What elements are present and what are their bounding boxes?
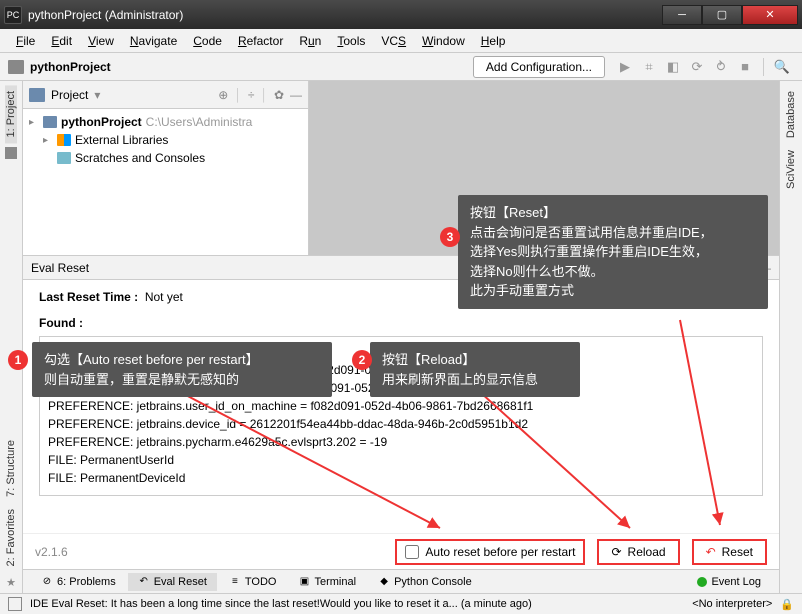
event-dot-icon [697,577,707,587]
menu-refactor[interactable]: Refactor [230,32,291,50]
menu-window[interactable]: Window [414,32,473,50]
bottom-tabs: ⊘6: Problems ↶Eval Reset ≡TODO ▣Terminal… [23,569,779,593]
left-tool-rail: 1: Project 7: Structure 2: Favorites ★ [0,81,23,593]
menu-file[interactable]: File [8,32,43,50]
rail-database[interactable]: Database [785,85,797,144]
folder-icon [8,60,24,74]
menubar: File Edit View Navigate Code Refactor Ru… [0,29,802,53]
rail-favorites[interactable]: 2: Favorites [5,503,17,572]
rail-structure[interactable]: 7: Structure [5,434,17,503]
status-icon[interactable] [8,597,22,611]
reset-label: Reset [722,545,753,559]
problems-icon: ⊘ [41,576,53,588]
tab-eval-reset[interactable]: ↶Eval Reset [128,573,217,591]
reset-icon: ↶ [706,545,716,559]
tab-problems[interactable]: ⊘6: Problems [31,573,126,591]
last-reset-label: Last Reset Time : [39,290,138,304]
reload-button[interactable]: ⟳ Reload [597,539,679,565]
auto-reset-label: Auto reset before per restart [425,545,575,559]
interpreter-label[interactable]: <No interpreter> [692,598,772,610]
auto-reset-checkbox[interactable] [405,545,419,559]
select-target-icon[interactable]: ⊕ [218,88,228,102]
annotation-2: 按钮【Reload】 用来刷新界面上的显示信息 [370,342,580,397]
tab-python-console[interactable]: ◆Python Console [368,573,482,591]
project-panel: Project ▾ ⊕ │ ÷ │ ✿ — ▸ pythonProject C:… [23,81,309,255]
python-icon: ◆ [378,576,390,588]
list-item[interactable]: PREFERENCE: jetbrains.pycharm.e4629a5c.e… [48,433,754,451]
gear-icon[interactable]: ✿ [274,88,284,102]
folder-icon [29,88,45,102]
tree-external-libs[interactable]: ▸ External Libraries [29,131,302,149]
list-item[interactable]: FILE: PermanentUserId [48,451,754,469]
annotation-badge-3: 3 [440,227,460,247]
auto-reset-checkbox-row[interactable]: Auto reset before per restart [395,539,585,565]
navbar: pythonProject Add Configuration... ▶ ⌗ ◧… [0,53,802,81]
breadcrumb[interactable]: pythonProject [30,60,111,74]
minimize-button[interactable]: ─ [662,5,702,25]
add-configuration-button[interactable]: Add Configuration... [473,56,605,78]
tree-label: External Libraries [75,133,168,147]
list-item[interactable]: PREFERENCE: jetbrains.user_id_on_machine… [48,397,754,415]
statusbar: IDE Eval Reset: It has been a long time … [0,593,802,614]
rail-icon[interactable] [5,147,17,159]
list-item[interactable]: FILE: PermanentDeviceId [48,469,754,487]
tree-label: Scratches and Consoles [75,151,205,165]
tree-root[interactable]: ▸ pythonProject C:\Users\Administra [29,113,302,131]
library-icon [57,134,71,146]
debug-icon[interactable]: ⌗ [639,57,659,77]
coverage-icon[interactable]: ◧ [663,57,683,77]
project-panel-title: Project [51,88,88,102]
window-title: pythonProject (Administrator) [28,8,662,22]
maximize-button[interactable]: ▢ [702,5,742,25]
menu-vcs[interactable]: VCS [373,32,414,50]
run-icon[interactable]: ▶ [615,57,635,77]
menu-run[interactable]: Run [291,32,329,50]
menu-code[interactable]: Code [185,32,230,50]
menu-view[interactable]: View [80,32,122,50]
profile-icon[interactable]: ⟳ [687,57,707,77]
todo-icon: ≡ [229,576,241,588]
tree-root-label: pythonProject [61,115,142,129]
terminal-icon: ▣ [298,576,310,588]
annotation-1: 勾选【Auto reset before per restart】 则自动重置，… [32,342,332,397]
reload-label: Reload [628,545,666,559]
menu-help[interactable]: Help [473,32,514,50]
tree-root-path: C:\Users\Administra [146,115,253,129]
annotation-badge-1: 1 [8,350,28,370]
rail-sciview[interactable]: SciView [785,144,797,195]
last-reset-value: Not yet [145,290,183,304]
lock-icon[interactable]: 🔒 [780,598,794,611]
reload-icon: ⟳ [611,545,621,559]
expand-icon[interactable]: ÷ [248,88,255,102]
tab-terminal[interactable]: ▣Terminal [288,573,366,591]
status-message: IDE Eval Reset: It has been a long time … [30,598,532,610]
version-label: v2.1.6 [35,545,68,559]
close-button[interactable]: ✕ [742,5,798,25]
rail-project[interactable]: 1: Project [5,85,17,143]
eval-title: Eval Reset [31,261,89,275]
annotation-badge-2: 2 [352,350,372,370]
found-label: Found : [39,316,83,330]
attach-icon[interactable]: ⥁ [711,57,731,77]
menu-edit[interactable]: Edit [43,32,80,50]
reset-button[interactable]: ↶ Reset [692,539,767,565]
right-tool-rail: Database SciView [779,81,802,593]
menu-navigate[interactable]: Navigate [122,32,185,50]
annotation-3: 按钮【Reset】 点击会询问是否重置试用信息并重启IDE， 选择Yes则执行重… [458,195,768,309]
menu-tools[interactable]: Tools [329,32,373,50]
scratch-icon [57,152,71,164]
search-icon[interactable]: 🔍 [772,57,792,77]
hide-icon[interactable]: — [290,88,302,102]
tab-todo[interactable]: ≡TODO [219,573,287,591]
tree-scratches[interactable]: ▸ Scratches and Consoles [29,149,302,167]
titlebar: PC pythonProject (Administrator) ─ ▢ ✕ [0,0,802,29]
tab-event-log[interactable]: Event Log [687,573,771,591]
folder-icon [43,116,57,128]
app-icon: PC [4,6,22,24]
list-item[interactable]: PREFERENCE: jetbrains.device_id = 261220… [48,415,754,433]
reset-icon: ↶ [138,576,150,588]
stop-icon[interactable]: ■ [735,57,755,77]
